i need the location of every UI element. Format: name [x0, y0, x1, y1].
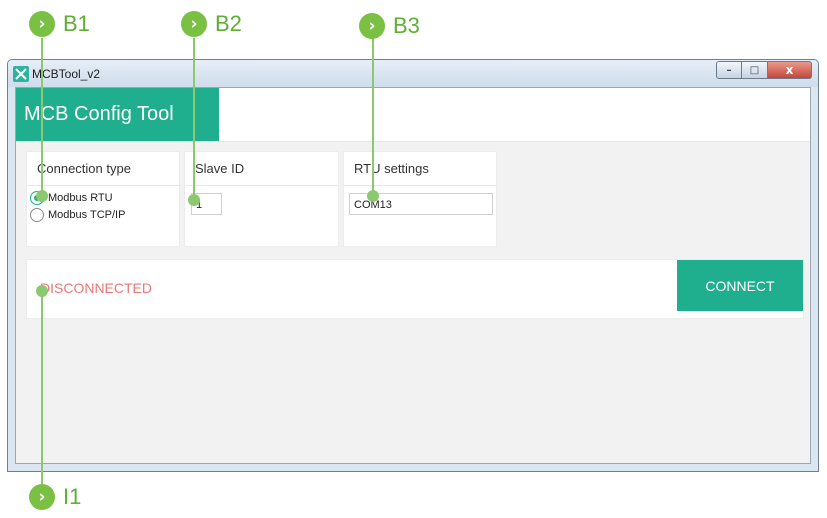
- callout-b3-marker: [367, 190, 379, 202]
- rtu-settings-panel: RTU settings COM13: [343, 151, 497, 247]
- app-logo-icon: [13, 65, 29, 82]
- app-title: MCB Config Tool: [16, 88, 219, 141]
- callout-i1-label: I1: [63, 484, 82, 509]
- callout-b2: › B2: [181, 11, 242, 37]
- chevron-right-icon: ›: [29, 484, 55, 510]
- callout-b2-marker: [188, 194, 200, 206]
- window-controls: – □ x: [716, 61, 812, 79]
- radio-button[interactable]: [30, 208, 44, 222]
- callout-i1-leader: [41, 292, 43, 484]
- maximize-button[interactable]: □: [742, 61, 768, 79]
- app-window: MCBTool_v2 – □ x MCB Config Tool Connect…: [7, 59, 819, 472]
- chevron-right-icon: ›: [359, 13, 385, 39]
- callout-b1-marker: [36, 190, 48, 202]
- slave-id-header: Slave ID: [185, 152, 338, 186]
- radio-modbus-rtu[interactable]: Modbus RTU: [30, 191, 179, 205]
- callout-i1-marker: [36, 285, 48, 297]
- callout-b1: › B1: [29, 11, 90, 37]
- callout-b2-leader: [193, 38, 195, 200]
- callout-b1-leader: [41, 38, 43, 196]
- app-header: MCB Config Tool: [16, 88, 810, 142]
- slave-id-panel: Slave ID 1: [184, 151, 339, 247]
- callout-b3-leader: [372, 38, 374, 196]
- callout-b1-label: B1: [63, 11, 90, 36]
- callout-i1: › I1: [29, 484, 81, 510]
- connection-type-panel: Connection type Modbus RTU Modbus TCP/IP: [26, 151, 180, 247]
- radio-label: Modbus RTU: [48, 192, 113, 204]
- title-bar[interactable]: MCBTool_v2 – □ x: [8, 60, 818, 87]
- callout-b3-label: B3: [393, 13, 420, 38]
- connection-type-header: Connection type: [27, 152, 179, 186]
- chevron-right-icon: ›: [29, 11, 55, 37]
- minimize-button[interactable]: –: [716, 61, 742, 79]
- callout-b3: › B3: [359, 13, 420, 39]
- radio-modbus-tcp[interactable]: Modbus TCP/IP: [30, 208, 179, 222]
- status-bar: DISCONNECTED CONNECT: [26, 259, 804, 319]
- rtu-settings-header: RTU settings: [344, 152, 496, 186]
- close-button[interactable]: x: [768, 61, 812, 79]
- chevron-right-icon: ›: [181, 11, 207, 37]
- connection-status: DISCONNECTED: [40, 280, 153, 296]
- client-area: MCB Config Tool Connection type Modbus R…: [15, 87, 811, 464]
- connect-button[interactable]: CONNECT: [677, 260, 803, 311]
- radio-label: Modbus TCP/IP: [48, 209, 126, 221]
- callout-b2-label: B2: [215, 11, 242, 36]
